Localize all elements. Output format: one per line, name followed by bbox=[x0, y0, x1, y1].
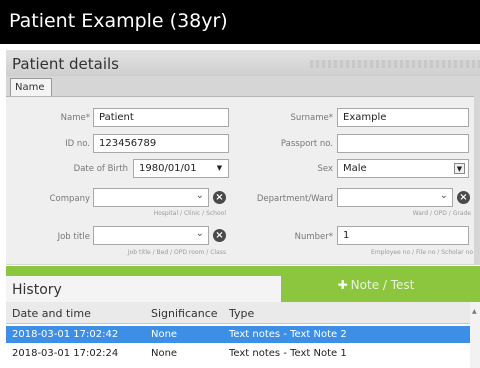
dob-value: 1980/01/01 bbox=[139, 163, 197, 174]
company-label: Company bbox=[49, 194, 90, 204]
job-title-select[interactable]: ⌄ bbox=[93, 226, 209, 245]
department-select[interactable]: ⌄ bbox=[337, 188, 453, 207]
id-no-label: ID no. bbox=[65, 139, 90, 149]
name-input[interactable]: Patient bbox=[93, 108, 229, 127]
chevron-down-icon: ⌄ bbox=[195, 190, 204, 201]
row-significance: None bbox=[151, 348, 178, 359]
table-row[interactable]: 2018-03-01 17:02:42 None Text notes - Te… bbox=[6, 326, 474, 343]
row-datetime: 2018-03-01 17:02:42 bbox=[12, 329, 119, 340]
sex-label: Sex bbox=[317, 164, 333, 174]
panel-watermark bbox=[310, 60, 480, 68]
table-header: Date and time Significance Type bbox=[6, 302, 474, 324]
sex-select[interactable]: Male ▼ bbox=[337, 159, 469, 178]
tab-name[interactable]: Name bbox=[10, 78, 52, 96]
table-scrollbar[interactable]: ▲ bbox=[470, 302, 480, 368]
department-clear-icon[interactable]: × bbox=[457, 191, 470, 204]
passport-input[interactable] bbox=[337, 134, 469, 153]
job-title-label: Job title bbox=[57, 232, 90, 242]
sex-value: Male bbox=[343, 163, 367, 174]
surname-label: Surname* bbox=[290, 113, 333, 123]
number-input[interactable]: 1 bbox=[337, 226, 469, 245]
job-title-hint: Job title / Bed / OPD room / Class bbox=[127, 249, 226, 256]
window-title: Patient Example (38yr) bbox=[0, 0, 480, 44]
dropdown-arrow-icon: ▼ bbox=[216, 164, 223, 172]
job-title-clear-icon[interactable]: × bbox=[213, 229, 226, 242]
column-header-significance[interactable]: Significance bbox=[151, 307, 218, 320]
scroll-up-icon[interactable]: ▲ bbox=[472, 308, 477, 315]
row-type: Text notes - Text Note 1 bbox=[229, 348, 347, 359]
id-no-input[interactable]: 123456789 bbox=[93, 134, 229, 153]
surname-input[interactable]: Example bbox=[337, 108, 469, 127]
dob-select[interactable]: 1980/01/01 ▼ bbox=[133, 159, 229, 178]
row-significance: None bbox=[151, 329, 178, 340]
plus-icon: ✚ bbox=[337, 278, 348, 292]
number-hint: Employee no / File no / Scholar no bbox=[371, 249, 473, 256]
number-label: Number* bbox=[294, 232, 333, 242]
row-type: Text notes - Text Note 2 bbox=[229, 329, 347, 340]
name-label: Name* bbox=[60, 113, 90, 123]
chevron-down-icon: ⌄ bbox=[195, 228, 204, 239]
passport-label: Passport no. bbox=[280, 139, 333, 149]
dob-label: Date of Birth bbox=[73, 164, 128, 174]
column-header-datetime[interactable]: Date and time bbox=[12, 307, 91, 320]
company-select[interactable]: ⌄ bbox=[93, 188, 209, 207]
dropdown-arrow-icon: ▼ bbox=[454, 163, 465, 174]
add-note-test-button[interactable]: ✚ Note / Test bbox=[286, 270, 466, 300]
add-note-test-label: Note / Test bbox=[350, 278, 415, 292]
column-header-type[interactable]: Type bbox=[229, 307, 254, 320]
table-row[interactable]: 2018-03-01 17:02:24 None Text notes - Te… bbox=[6, 345, 474, 362]
row-datetime: 2018-03-01 17:02:24 bbox=[12, 348, 119, 359]
department-label: Department/Ward bbox=[256, 194, 333, 204]
company-clear-icon[interactable]: × bbox=[213, 191, 226, 204]
company-hint: Hospital / Clinic / School bbox=[153, 210, 226, 217]
history-title: History bbox=[6, 276, 281, 302]
chevron-down-icon: ⌄ bbox=[439, 190, 448, 201]
history-table: Date and time Significance Type 2018-03-… bbox=[6, 302, 480, 368]
department-hint: Ward / OPD / Grade bbox=[412, 210, 471, 217]
